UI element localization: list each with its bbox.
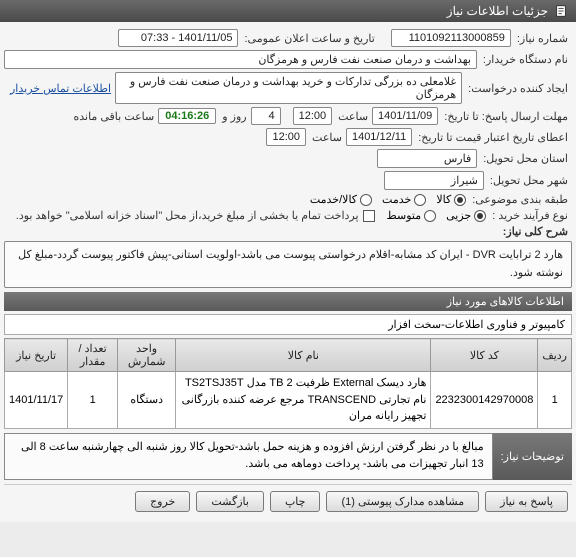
- need-no-field: 1101092113000859: [391, 29, 511, 47]
- radio-service[interactable]: خدمت: [382, 193, 426, 206]
- notes-label: توضیحات نیاز:: [493, 433, 572, 480]
- reply-button[interactable]: پاسخ به نیاز: [485, 491, 568, 512]
- announce-label: تاریخ و ساعت اعلان عمومی:: [238, 32, 378, 45]
- goods-table: ردیف کد کالا نام کالا واحد شمارش تعداد /…: [4, 338, 572, 429]
- province-field: فارس: [377, 149, 477, 168]
- window-title: جزئیات اطلاعات نیاز: [447, 4, 548, 18]
- footer: پاسخ به نیاز مشاهده مدارک پیوستی (1) چاپ…: [4, 484, 572, 518]
- need-no-label: شماره نیاز:: [511, 32, 572, 45]
- col-unit: واحد شمارش: [118, 339, 176, 372]
- radio-service-label: خدمت: [382, 193, 411, 206]
- window: جزئیات اطلاعات نیاز شماره نیاز: 11010921…: [0, 0, 576, 522]
- city-label: شهر محل تحویل:: [484, 174, 572, 187]
- validity-date-field: 1401/12/11: [346, 128, 412, 146]
- time-label-1: ساعت: [332, 110, 372, 123]
- treasury-checkbox[interactable]: [363, 210, 375, 222]
- time-label-2: ساعت: [306, 131, 346, 144]
- creator-label: ایجاد کننده درخواست:: [462, 82, 572, 95]
- radio-goods-service[interactable]: کالا/خدمت: [310, 193, 372, 206]
- province-label: استان محل تحویل:: [477, 152, 572, 165]
- titlebar: جزئیات اطلاعات نیاز: [0, 0, 576, 22]
- content: شماره نیاز: 1101092113000859 تاریخ و ساع…: [0, 22, 576, 522]
- days-field: 4: [251, 107, 281, 125]
- col-qty: تعداد / مقدار: [68, 339, 118, 372]
- goods-section-bar: اطلاعات کالاهای مورد نیاز: [4, 292, 572, 311]
- description-box: هارد 2 ترابایت DVR - ایران کد مشابه-اقلا…: [4, 241, 572, 288]
- announce-field: 1401/11/05 - 07:33: [118, 29, 238, 47]
- radio-goods-service-label: کالا/خدمت: [310, 193, 357, 206]
- radio-empty-icon: [424, 210, 436, 222]
- deadline-date-field: 1401/11/09: [372, 107, 438, 125]
- cell-name: هارد دیسک External ظرفیت TB 2 مدل TS2TSJ…: [176, 372, 431, 429]
- col-name: نام کالا: [176, 339, 431, 372]
- radio-partial-label: جزیی: [446, 209, 471, 222]
- notes-body: مبالغ با در نظر گرفتن ارزش افزوده و هزین…: [4, 433, 493, 480]
- radio-partial[interactable]: جزیی: [446, 209, 486, 222]
- remaining-time: 04:16:26: [158, 108, 216, 124]
- col-date: تاریخ نیاز: [5, 339, 68, 372]
- back-button[interactable]: بازگشت: [196, 491, 264, 512]
- view-docs-button[interactable]: مشاهده مدارک پیوستی (1): [326, 491, 479, 512]
- table-header-row: ردیف کد کالا نام کالا واحد شمارش تعداد /…: [5, 339, 572, 372]
- buyer-label: نام دستگاه خریدار:: [477, 53, 572, 66]
- col-row: ردیف: [538, 339, 572, 372]
- days-label: روز و: [216, 110, 250, 123]
- radio-goods[interactable]: کالا: [436, 193, 466, 206]
- classification-label: طبقه بندی موضوعی:: [466, 193, 572, 206]
- radio-medium[interactable]: متوسط: [387, 209, 437, 222]
- classification-group: کالا خدمت کالا/خدمت: [310, 193, 466, 206]
- buyer-field: بهداشت و درمان صنعت نفت فارس و هرمزگان: [4, 50, 477, 69]
- notes-row: توضیحات نیاز: مبالغ با در نظر گرفتن ارزش…: [4, 433, 572, 480]
- radio-empty-icon: [414, 194, 426, 206]
- validity-time-field: 12:00: [266, 128, 306, 146]
- radio-dot-icon: [454, 194, 466, 206]
- deadline-time-field: 12:00: [293, 107, 333, 125]
- remaining-label: ساعت باقی مانده: [67, 110, 158, 123]
- col-code: کد کالا: [431, 339, 538, 372]
- creator-field: غلامعلی ده بزرگی تدارکات و خرید بهداشت و…: [115, 72, 462, 104]
- radio-empty-icon: [360, 194, 372, 206]
- cell-unit: دستگاه: [118, 372, 176, 429]
- deadline-label: مهلت ارسال پاسخ: تا تاریخ:: [438, 110, 572, 123]
- exit-button[interactable]: خروج: [135, 491, 190, 512]
- cell-qty: 1: [68, 372, 118, 429]
- radio-goods-label: کالا: [436, 193, 451, 206]
- cell-date: 1401/11/17: [5, 372, 68, 429]
- doc-icon: [554, 4, 568, 18]
- goods-category: کامپیوتر و فناوری اطلاعات-سخت افزار: [4, 314, 572, 335]
- treasury-note: پرداخت تمام یا بخشی از مبلغ خرید،از محل …: [10, 209, 363, 222]
- cell-code: 2232300142970008: [431, 372, 538, 429]
- city-field: شیراز: [384, 171, 484, 190]
- radio-dot-icon: [474, 210, 486, 222]
- table-row[interactable]: 1 2232300142970008 هارد دیسک External ظر…: [5, 372, 572, 429]
- process-group: جزیی متوسط: [387, 209, 487, 222]
- process-label: نوع فرآیند خرید :: [486, 209, 572, 222]
- print-button[interactable]: چاپ: [270, 491, 321, 512]
- radio-medium-label: متوسط: [387, 209, 422, 222]
- contact-link[interactable]: اطلاعات تماس خریدار: [4, 82, 115, 95]
- validity-label: اعطای تاریخ اعتبار قیمت تا تاریخ:: [412, 131, 572, 144]
- description-title: شرح کلی نیاز:: [497, 225, 572, 238]
- cell-row: 1: [538, 372, 572, 429]
